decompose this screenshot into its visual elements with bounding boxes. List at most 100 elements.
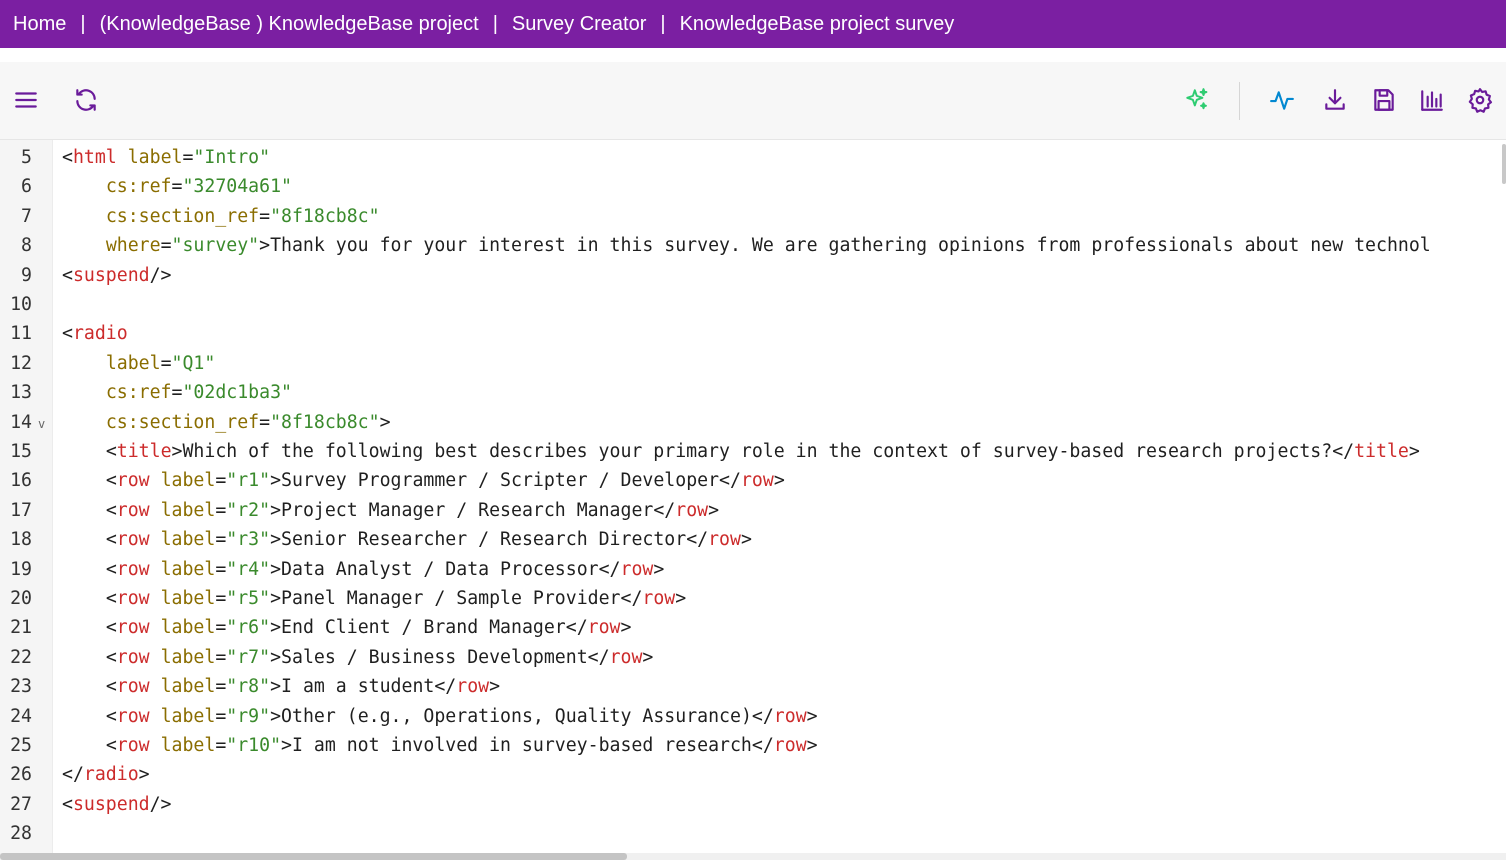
code-token-br: < [105, 441, 117, 462]
code-editor[interactable]: 5 <html label="Intro" 6 cs:ref="32704a61" 7… [0, 140, 1506, 853]
code-token-tag: row [675, 499, 709, 521]
download-icon [1325, 89, 1345, 110]
code-token-br: > [281, 735, 292, 756]
code-token-br: </ [587, 646, 610, 668]
code-token-tag: row [620, 558, 654, 580]
code-token-tag: row [456, 676, 490, 698]
code-token-tag: radio [83, 764, 139, 786]
code-line[interactable]: 11 <radio [0, 319, 1506, 348]
code-text: <suspend/> [62, 261, 172, 290]
breadcrumb-separator: | [80, 12, 86, 35]
save-button[interactable] [1368, 84, 1400, 116]
code-token-br: > [270, 588, 282, 609]
code-token-txt: Sales / Business Development [281, 646, 588, 668]
breadcrumb-survey-creator[interactable]: Survey Creator [498, 13, 647, 36]
code-line[interactable]: 21 <row label="r6">End Client / Brand Ma… [0, 613, 1506, 642]
code-line[interactable]: 25 <row label="r10">I am not involved in… [0, 731, 1506, 760]
code-token-attr: label [160, 470, 216, 492]
breadcrumb-home[interactable]: Home [0, 13, 66, 36]
code-token-val: "8f18cb8c" [270, 411, 380, 433]
code-line[interactable]: 17 <row label="r2">Project Manager / Res… [0, 496, 1506, 525]
code-token-tag: row [116, 470, 150, 492]
breadcrumb-separator: | [660, 12, 666, 35]
code-token-val: "r6" [226, 617, 271, 639]
code-token-tag: row [116, 676, 150, 698]
code-line[interactable]: 24 <row label="r9">Other (e.g., Operatio… [0, 702, 1506, 731]
code-token-br: < [62, 264, 73, 286]
code-token-tag: row [116, 499, 150, 521]
code-line[interactable]: 27 <suspend/> [0, 790, 1506, 819]
line-number: 15 [10, 441, 32, 462]
code-token-tag: html [72, 147, 117, 168]
line-number: 25 [10, 735, 32, 756]
line-number: 24 [10, 705, 32, 727]
ai-assistant-button[interactable] [1181, 84, 1213, 116]
code-line[interactable]: 14 v cs:section_ref="8f18cb8c"> [0, 408, 1506, 437]
code-token-tag: suspend [72, 793, 150, 815]
code-line[interactable]: 22 <row label="r7">Sales / Business Deve… [0, 643, 1506, 672]
code-line[interactable]: 28 [0, 819, 1506, 848]
code-line[interactable]: 12 label="Q1" [0, 349, 1506, 378]
code-token-br: = [259, 411, 271, 433]
code-token-val: "r3" [226, 529, 271, 551]
breadcrumb-project[interactable]: (KnowledgeBase ) KnowledgeBase project [86, 13, 479, 36]
code-line[interactable]: 18 <row label="r3">Senior Researcher / R… [0, 525, 1506, 554]
settings-icon [1468, 88, 1493, 113]
code-line[interactable]: 20 <row label="r5">Panel Manager / Sampl… [0, 584, 1506, 613]
line-number: 14 [10, 411, 32, 433]
code-token-tag: row [116, 588, 150, 609]
code-line[interactable]: 19 <row label="r4">Data Analyst / Data P… [0, 555, 1506, 584]
code-token-attr: label [160, 676, 216, 698]
code-line[interactable]: 9 <suspend/> [0, 261, 1506, 290]
report-button[interactable] [1416, 84, 1448, 116]
fold-toggle-icon[interactable]: v [38, 410, 45, 439]
activity-button[interactable] [1266, 84, 1298, 116]
code-line[interactable]: 7 cs:section_ref="8f18cb8c" [0, 202, 1506, 231]
code-line[interactable]: 8 where="survey">Thank you for your inte… [0, 231, 1506, 260]
code-line[interactable]: 6 cs:ref="32704a61" [0, 172, 1506, 201]
code-token-br: > [270, 705, 282, 727]
code-token-tag: row [642, 588, 676, 609]
download-button[interactable] [1319, 84, 1351, 116]
breadcrumb-survey[interactable]: KnowledgeBase project survey [666, 13, 955, 36]
code-token-br: > [1408, 441, 1420, 462]
code-token-br: < [105, 588, 117, 609]
refresh-button[interactable] [70, 84, 102, 116]
code-token-attr: label [160, 558, 216, 580]
code-token-br: = [171, 382, 183, 404]
line-number: 10 [10, 294, 32, 315]
horizontal-scrollbar-thumb[interactable] [0, 853, 627, 860]
code-text: <row label="r2">Project Manager / Resear… [62, 496, 719, 525]
code-token-val: "survey" [171, 235, 260, 257]
code-token-br: > [675, 588, 687, 609]
code-line[interactable]: 26 </radio> [0, 760, 1506, 789]
code-token-txt: Which of the following best describes yo… [182, 441, 1333, 462]
line-number: 9 [21, 264, 32, 286]
code-token-val: "8f18cb8c" [270, 205, 380, 227]
code-token-val: "r10" [226, 735, 282, 756]
activity-icon [1270, 91, 1294, 110]
code-line[interactable]: 15 <title>Which of the following best de… [0, 437, 1506, 466]
code-line[interactable]: 10 [0, 290, 1506, 319]
settings-button[interactable] [1464, 84, 1496, 116]
chart-icon [1421, 90, 1443, 111]
code-token-br: </ [620, 588, 643, 609]
code-text: </radio> [62, 760, 150, 789]
code-line[interactable]: 5 <html label="Intro" [0, 143, 1506, 172]
vertical-scrollbar[interactable] [1502, 144, 1506, 184]
code-text: <row label="r7">Sales / Business Develop… [62, 643, 654, 672]
code-line[interactable]: 23 <row label="r8">I am a student</row> [0, 672, 1506, 701]
menu-button[interactable] [10, 84, 42, 116]
code-line[interactable]: 16 <row label="r1">Survey Programmer / S… [0, 466, 1506, 495]
code-token-val: "Intro" [193, 147, 271, 168]
code-line[interactable]: 13 cs:ref="02dc1ba3" [0, 378, 1506, 407]
code-token-br: = [160, 352, 172, 374]
code-token-br: < [62, 323, 73, 345]
header-gap [0, 48, 1506, 62]
code-token-val: "32704a61" [182, 176, 292, 198]
code-token-br: > [138, 764, 150, 786]
